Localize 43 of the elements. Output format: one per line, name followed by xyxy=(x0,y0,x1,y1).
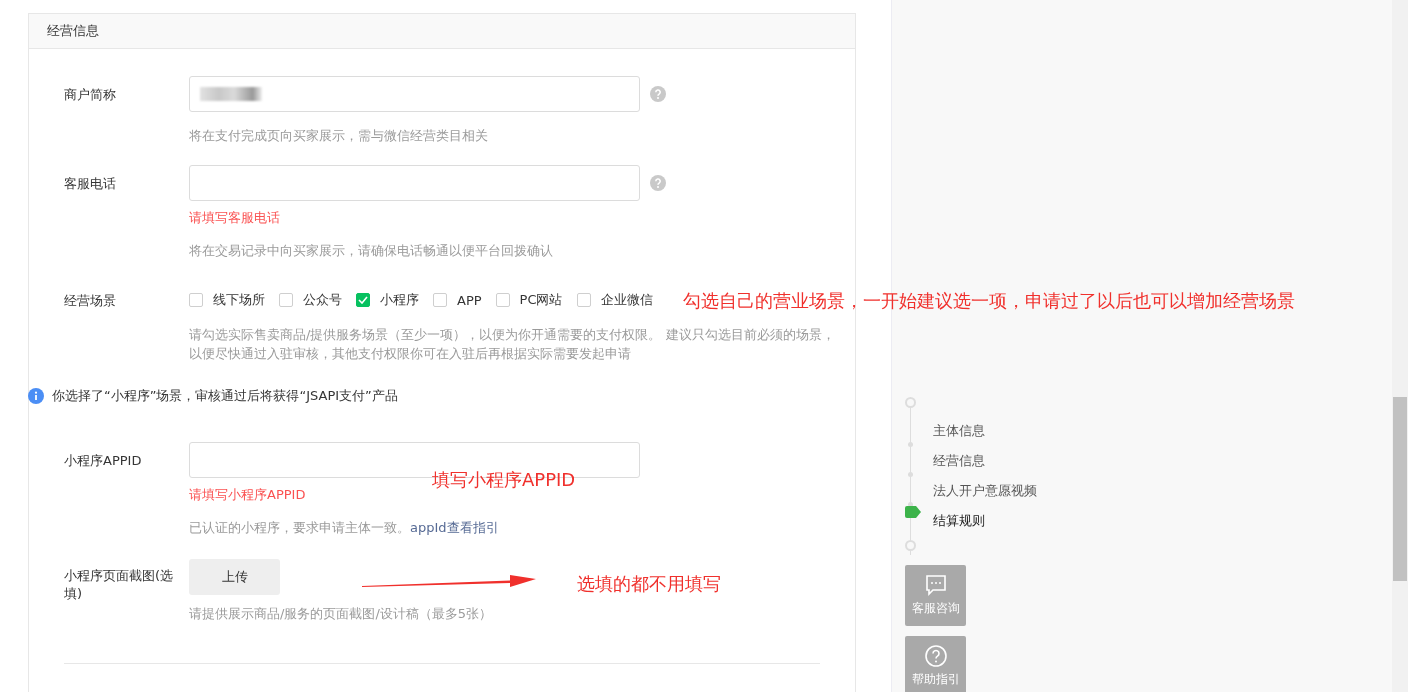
option-label: PC网站 xyxy=(519,291,563,309)
hint-text: 以便尽快通过入驻审核，其他支付权限你可在入驻后再根据实际需要发起申请 xyxy=(189,345,632,363)
step-item[interactable]: 经营信息 xyxy=(905,446,1392,476)
checkbox[interactable] xyxy=(356,293,370,307)
error-message: 请填写客服电话 xyxy=(189,209,281,227)
hint-text: 请提供展示商品/服务的页面截图/设计稿（最多5张） xyxy=(189,605,493,623)
option-label: 公众号 xyxy=(303,291,342,309)
checkbox[interactable] xyxy=(433,293,447,307)
annotation-text: 勾选自己的营业场景，一开始建议选一项，申请过了以后也可以增加经营场景 xyxy=(683,289,1295,313)
hint-text: 将在支付完成页向买家展示，需与微信经营类目相关 xyxy=(189,127,489,145)
step-item[interactable]: 结算规则 xyxy=(905,506,1392,536)
field-label: 客服电话 xyxy=(64,175,117,193)
redacted-value xyxy=(200,87,262,101)
current-step-icon xyxy=(905,506,921,518)
field-label: 小程序页面截图(选填) xyxy=(64,567,175,603)
checkbox[interactable] xyxy=(279,293,293,307)
help-icon[interactable] xyxy=(650,175,666,191)
help-icon[interactable] xyxy=(650,86,666,102)
option-label: APP xyxy=(457,292,482,308)
upload-button[interactable]: 上传 xyxy=(189,559,280,595)
option-label: 企业微信 xyxy=(600,291,653,309)
input-field[interactable] xyxy=(189,165,640,201)
guide-link[interactable]: appId查看指引 xyxy=(410,520,499,535)
option-label: 线下场所 xyxy=(213,291,265,309)
step-item[interactable]: 主体信息 xyxy=(905,416,1392,446)
scrollbar-thumb[interactable] xyxy=(1393,397,1407,581)
annotation-text: 选填的都不用填写 xyxy=(577,572,721,596)
field-label: 商户简称 xyxy=(64,86,117,104)
checkbox[interactable] xyxy=(495,293,510,307)
annotation-text: 填写小程序APPID xyxy=(432,468,576,492)
help-icon xyxy=(924,645,947,667)
error-message: 请填写小程序APPID xyxy=(189,486,307,504)
input-field[interactable] xyxy=(189,76,640,112)
checkbox[interactable] xyxy=(576,293,591,307)
info-icon xyxy=(28,388,44,404)
info-message: 你选择了“小程序”场景，审核通过后将获得“JSAPI支付”产品 xyxy=(52,387,398,405)
hint-text: 将在交易记录中向买家展示，请确保电话畅通以便平台回拨确认 xyxy=(189,242,554,260)
field-label: 小程序APPID xyxy=(64,452,143,470)
checkbox[interactable] xyxy=(189,293,203,307)
section-title: 经营信息 xyxy=(47,22,99,40)
option-label: 小程序 xyxy=(380,291,419,309)
field-label: 经营场景 xyxy=(64,292,117,310)
chat-icon xyxy=(924,574,947,596)
